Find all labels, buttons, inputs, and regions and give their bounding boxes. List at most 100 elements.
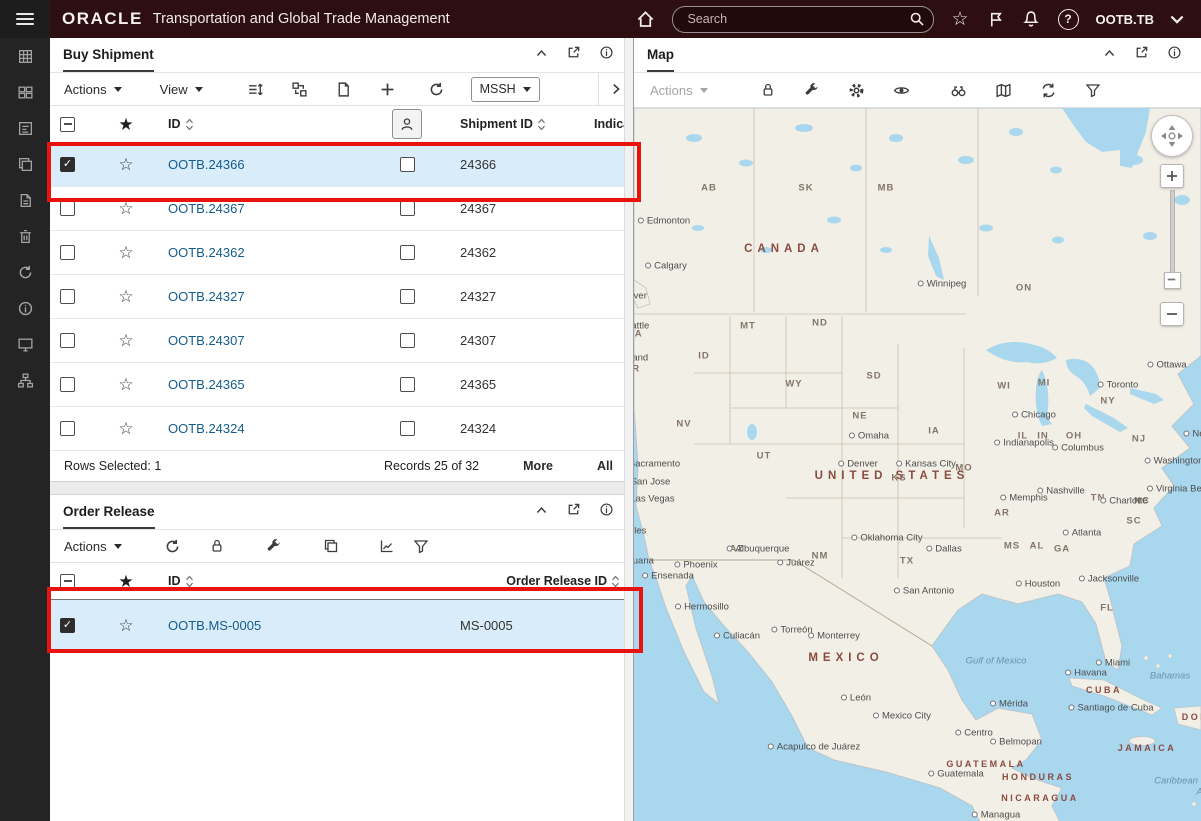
more-button[interactable]: More bbox=[523, 459, 553, 473]
search-icon[interactable] bbox=[909, 11, 925, 27]
sidebar-edit-form-icon[interactable] bbox=[0, 110, 50, 146]
filter-funnel-icon[interactable] bbox=[1085, 82, 1101, 98]
shipment-id-link[interactable]: OOTB.24327 bbox=[168, 289, 245, 304]
favorites-column-icon[interactable]: ★ bbox=[118, 116, 133, 133]
user-chevron-down-icon[interactable] bbox=[1167, 9, 1187, 29]
sidebar-info-icon[interactable] bbox=[0, 290, 50, 326]
favorite-star-icon[interactable]: ☆ bbox=[118, 376, 133, 393]
shipment-id-link[interactable]: OOTB.24324 bbox=[168, 421, 245, 436]
row-checkbox[interactable] bbox=[60, 289, 75, 304]
sort-icon[interactable] bbox=[185, 118, 194, 131]
shipment-id-link[interactable]: OOTB.24366 bbox=[168, 157, 245, 172]
map-compass-control[interactable] bbox=[1151, 115, 1193, 157]
refresh-icon[interactable] bbox=[164, 538, 181, 555]
shipment-table-row[interactable]: ☆OOTB.2436524365 bbox=[50, 363, 633, 407]
help-icon[interactable] bbox=[1058, 9, 1079, 30]
row-flag-checkbox[interactable] bbox=[400, 157, 415, 172]
actions-menu-button[interactable]: Actions bbox=[64, 539, 122, 554]
sidebar-refresh-icon[interactable] bbox=[0, 254, 50, 290]
favorite-star-icon[interactable]: ☆ bbox=[118, 288, 133, 305]
order-release-id-link[interactable]: OOTB.MS-0005 bbox=[168, 618, 261, 633]
gear-icon[interactable] bbox=[848, 82, 865, 99]
layout-swap-icon[interactable] bbox=[291, 81, 308, 98]
person-pin-button[interactable] bbox=[392, 109, 422, 139]
filter-funnel-icon[interactable] bbox=[413, 538, 429, 554]
collapse-chevron-icon[interactable] bbox=[1103, 47, 1116, 65]
sync-icon[interactable] bbox=[1040, 82, 1057, 99]
manage-columns-icon[interactable] bbox=[247, 81, 264, 98]
row-flag-checkbox[interactable] bbox=[400, 377, 415, 392]
favorite-star-icon[interactable]: ☆ bbox=[118, 617, 133, 634]
home-icon[interactable] bbox=[636, 10, 655, 29]
open-in-window-icon[interactable] bbox=[566, 45, 581, 65]
zoom-out-button[interactable] bbox=[1160, 302, 1184, 326]
shipment-id-link[interactable]: OOTB.24367 bbox=[168, 201, 245, 216]
binoculars-icon[interactable] bbox=[950, 82, 967, 99]
favorites-column-icon[interactable]: ★ bbox=[118, 573, 133, 590]
sidebar-trash-icon[interactable] bbox=[0, 218, 50, 254]
sort-icon[interactable] bbox=[185, 575, 194, 588]
row-checkbox[interactable] bbox=[60, 245, 75, 260]
shipment-id-link[interactable]: OOTB.24307 bbox=[168, 333, 245, 348]
row-flag-checkbox[interactable] bbox=[400, 245, 415, 260]
sidebar-network-icon[interactable] bbox=[0, 362, 50, 398]
sidebar-copy-icon[interactable] bbox=[0, 146, 50, 182]
map-actions-menu-button[interactable]: Actions bbox=[650, 83, 708, 98]
shipment-id-link[interactable]: OOTB.24362 bbox=[168, 245, 245, 260]
sidebar-grid-icon[interactable] bbox=[0, 38, 50, 74]
row-flag-checkbox[interactable] bbox=[400, 421, 415, 436]
add-plus-icon[interactable] bbox=[379, 81, 396, 98]
shipment-table-row[interactable]: ☆OOTB.2436724367 bbox=[50, 187, 633, 231]
global-search[interactable] bbox=[672, 6, 934, 33]
row-checkbox[interactable] bbox=[60, 377, 75, 392]
sidebar-monitor-icon[interactable] bbox=[0, 326, 50, 362]
vertical-scrollbar[interactable] bbox=[624, 38, 633, 821]
wrench-icon[interactable] bbox=[804, 82, 820, 98]
info-icon[interactable] bbox=[599, 45, 614, 65]
search-input[interactable] bbox=[685, 11, 909, 27]
refresh-icon[interactable] bbox=[428, 81, 445, 98]
favorite-star-icon[interactable]: ☆ bbox=[118, 420, 133, 437]
flag-icon[interactable] bbox=[987, 11, 1004, 28]
chart-icon[interactable] bbox=[379, 538, 395, 554]
info-icon[interactable] bbox=[599, 502, 614, 522]
row-flag-checkbox[interactable] bbox=[400, 333, 415, 348]
zoom-slider-track[interactable] bbox=[1170, 190, 1175, 278]
lock-icon[interactable] bbox=[209, 538, 225, 554]
collapse-chevron-icon[interactable] bbox=[535, 504, 548, 522]
copy-icon[interactable] bbox=[323, 538, 339, 554]
open-in-window-icon[interactable] bbox=[566, 502, 581, 522]
shipment-table-row[interactable]: ☆OOTB.2436224362 bbox=[50, 231, 633, 275]
shipment-table-row[interactable]: ☆OOTB.2432424324 bbox=[50, 407, 633, 451]
notifications-bell-icon[interactable] bbox=[1022, 10, 1040, 28]
shipment-table-row[interactable]: ☆OOTB.2430724307 bbox=[50, 319, 633, 363]
shipment-id-link[interactable]: OOTB.24365 bbox=[168, 377, 245, 392]
user-menu-label[interactable]: OOTB.TB bbox=[1096, 12, 1155, 27]
shipment-table-row[interactable]: ☆OOTB.2432724327 bbox=[50, 275, 633, 319]
favorite-star-icon[interactable]: ☆ bbox=[118, 244, 133, 261]
row-checkbox[interactable] bbox=[60, 421, 75, 436]
collapse-chevron-icon[interactable] bbox=[535, 47, 548, 65]
favorite-star-icon[interactable]: ☆ bbox=[118, 332, 133, 349]
row-checkbox[interactable] bbox=[60, 333, 75, 348]
zoom-in-button[interactable] bbox=[1160, 164, 1184, 188]
lock-icon[interactable] bbox=[760, 82, 776, 98]
row-checkbox[interactable] bbox=[60, 201, 75, 216]
document-icon[interactable] bbox=[335, 81, 352, 98]
wrench-icon[interactable] bbox=[266, 538, 282, 554]
zoom-slider-handle[interactable] bbox=[1164, 272, 1181, 289]
sidebar-cards-icon[interactable] bbox=[0, 74, 50, 110]
sort-icon[interactable] bbox=[611, 575, 620, 588]
row-checkbox[interactable]: ✓ bbox=[60, 157, 75, 172]
sort-icon[interactable] bbox=[537, 118, 546, 131]
row-flag-checkbox[interactable] bbox=[400, 201, 415, 216]
select-all-checkbox[interactable] bbox=[60, 117, 75, 132]
sidebar-document-edit-icon[interactable] bbox=[0, 182, 50, 218]
eye-icon[interactable] bbox=[893, 82, 910, 99]
map-canvas[interactable]: CANADAUNITED STATESMEXICOCUBAGUATEMALAHO… bbox=[634, 108, 1201, 821]
main-menu-button[interactable] bbox=[0, 0, 50, 38]
shipment-table-row[interactable]: ✓☆OOTB.2436624366 bbox=[50, 143, 633, 187]
row-checkbox[interactable]: ✓ bbox=[60, 618, 75, 633]
view-menu-button[interactable]: View bbox=[160, 82, 203, 97]
favorite-star-icon[interactable]: ☆ bbox=[118, 200, 133, 217]
